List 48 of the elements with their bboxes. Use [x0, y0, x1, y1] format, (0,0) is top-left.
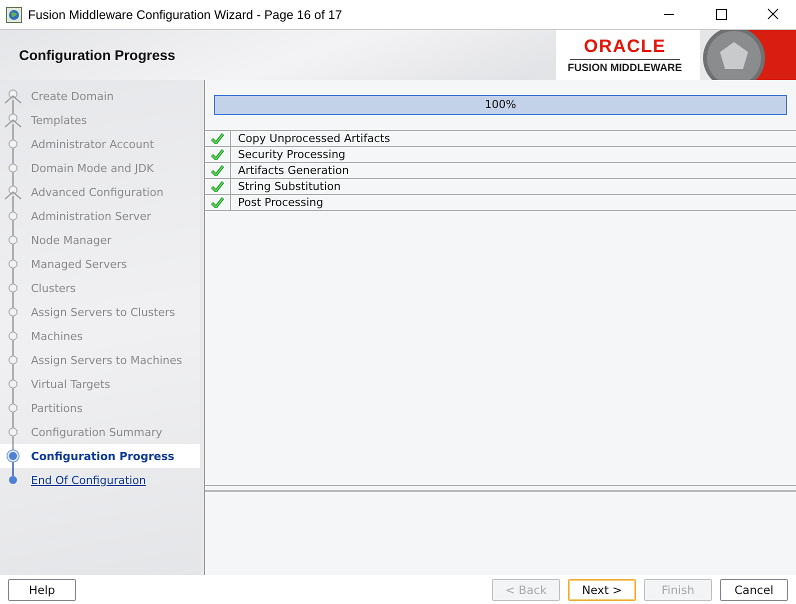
step-label: Templates [31, 114, 87, 126]
wizard-step[interactable]: Domain Mode and JDK [0, 156, 200, 180]
wizard-step[interactable]: Machines [0, 324, 200, 348]
wizard-button[interactable]: Cancel [720, 578, 788, 600]
wizard-step[interactable]: Configuration Summary [0, 420, 200, 444]
logo-wordmark: ORACLE [570, 36, 680, 60]
page-heading: Configuration Progress [19, 47, 176, 63]
step-label: Configuration Summary [31, 426, 162, 438]
step-label: Domain Mode and JDK [31, 162, 154, 174]
task-label: Post Processing [237, 195, 324, 210]
window-title: Fusion Middleware Configuration Wizard - Page 16 of 17 [28, 8, 344, 22]
wizard-step[interactable]: Configuration Progress [0, 444, 200, 468]
wizard-step[interactable]: Clusters [0, 276, 200, 300]
step-label: Administration Server [31, 210, 152, 222]
step-link[interactable]: End Of Configuration [31, 474, 146, 486]
logo-subtitle: FUSION MIDDLEWARE [568, 62, 682, 74]
wizard-button[interactable]: Next > [568, 578, 636, 600]
step-label: Managed Servers [31, 258, 127, 270]
task-label: Copy Unprocessed Artifacts [237, 131, 390, 146]
step-label: Assign Servers to Clusters [31, 306, 176, 318]
step-label: Advanced Configuration [31, 186, 164, 198]
wizard-step[interactable]: Virtual Targets [0, 372, 200, 396]
wizard-step[interactable]: Templates [0, 108, 200, 132]
wizard-step[interactable]: Managed Servers [0, 252, 200, 276]
task-label: String Substitution [237, 179, 341, 194]
step-label: Clusters [31, 282, 76, 294]
wizard-step[interactable]: End Of Configuration [0, 468, 200, 492]
wizard-step[interactable]: Administration Server [0, 204, 200, 228]
step-label: Machines [31, 330, 83, 342]
step-label: Assign Servers to Machines [31, 354, 182, 366]
wizard-step[interactable]: Partitions [0, 396, 200, 420]
step-label: Partitions [31, 402, 83, 414]
step-label: Configuration Progress [31, 450, 174, 462]
progress-reading: 100% [484, 98, 518, 111]
step-label: Node Manager [31, 234, 112, 246]
wizard-button[interactable]: Help [8, 578, 76, 600]
app-icon [6, 6, 22, 22]
step-label: Create Domain [31, 90, 114, 102]
task-label: Security Processing [237, 147, 346, 162]
wizard-step[interactable]: Assign Servers to Clusters [0, 300, 200, 324]
wizard-step[interactable]: Node Manager [0, 228, 200, 252]
step-label: Virtual Targets [31, 378, 110, 390]
wizard-step[interactable]: Create Domain [0, 84, 200, 108]
wizard-step[interactable]: Advanced Configuration [0, 180, 200, 204]
wizard-step[interactable]: Assign Servers to Machines [0, 348, 200, 372]
step-label: Administrator Account [31, 138, 154, 150]
wizard-step[interactable]: Administrator Account [0, 132, 200, 156]
task-label: Artifacts Generation [237, 163, 349, 178]
